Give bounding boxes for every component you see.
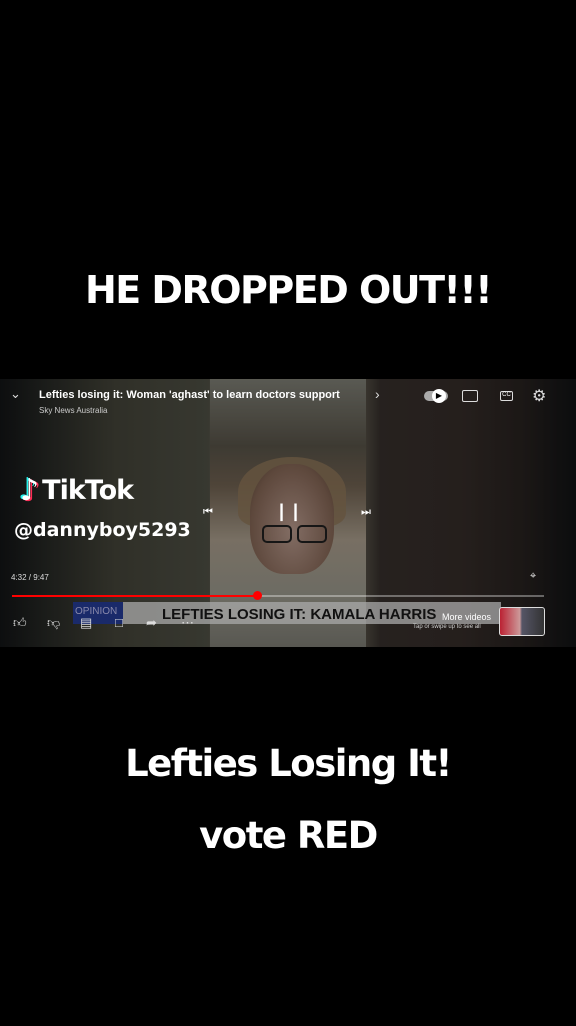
more-videos-hint: Tap or swipe up to see all <box>413 624 481 630</box>
minimize-chevron-icon[interactable]: ⌄ <box>10 386 21 402</box>
more-videos-thumbnail[interactable] <box>499 607 545 636</box>
player-top-bar: ⌄ Lefties losing it: Woman 'aghast' to l… <box>0 379 576 419</box>
time-display: 4:32 / 9:47 <box>11 573 49 582</box>
chevron-right-icon[interactable]: › <box>375 386 380 402</box>
tiktok-note-icon: ♪ <box>20 473 39 508</box>
video-player[interactable]: ⌄ Lefties losing it: Woman 'aghast' to l… <box>0 379 576 647</box>
dislike-icon[interactable]: 👎︎ <box>47 615 60 631</box>
progress-bar[interactable] <box>12 591 544 600</box>
bottom-caption: vote RED <box>199 814 378 857</box>
channel-name[interactable]: Sky News Australia <box>39 406 107 415</box>
previous-icon[interactable]: ⏮ <box>203 506 213 519</box>
more-icon[interactable]: ⋯ <box>181 615 194 631</box>
scrubber-handle[interactable] <box>252 591 262 600</box>
tiktok-username: @dannyboy5293 <box>14 519 191 541</box>
tiktok-logo: ♪ TikTok <box>20 473 134 508</box>
next-icon[interactable]: ⏭ <box>361 506 371 519</box>
comments-icon[interactable]: ▤ <box>80 615 92 631</box>
exit-fullscreen-icon[interactable]: ⌖ <box>530 570 536 583</box>
share-icon[interactable]: ➦ <box>146 615 157 631</box>
more-videos-label[interactable]: More videos <box>442 612 491 622</box>
like-icon[interactable]: 👍︎ <box>13 615 27 631</box>
lower-third-headline: LEFTIES LOSING IT: KAMALA HARRIS <box>162 606 437 623</box>
save-icon[interactable]: □ <box>115 615 123 630</box>
pause-button[interactable]: | | <box>279 501 300 522</box>
progress-fill <box>12 595 257 597</box>
gear-icon[interactable]: ⚙ <box>532 386 546 406</box>
top-caption: HE DROPPED OUT!!! <box>84 268 493 312</box>
middle-caption: Lefties Losing It! <box>125 742 452 785</box>
tiktok-brand: TikTok <box>42 475 134 506</box>
play-icon: ▶ <box>432 389 446 403</box>
cast-icon[interactable] <box>462 390 478 402</box>
captions-button[interactable]: CC <box>500 391 513 401</box>
video-title[interactable]: Lefties losing it: Woman 'aghast' to lea… <box>39 389 340 401</box>
